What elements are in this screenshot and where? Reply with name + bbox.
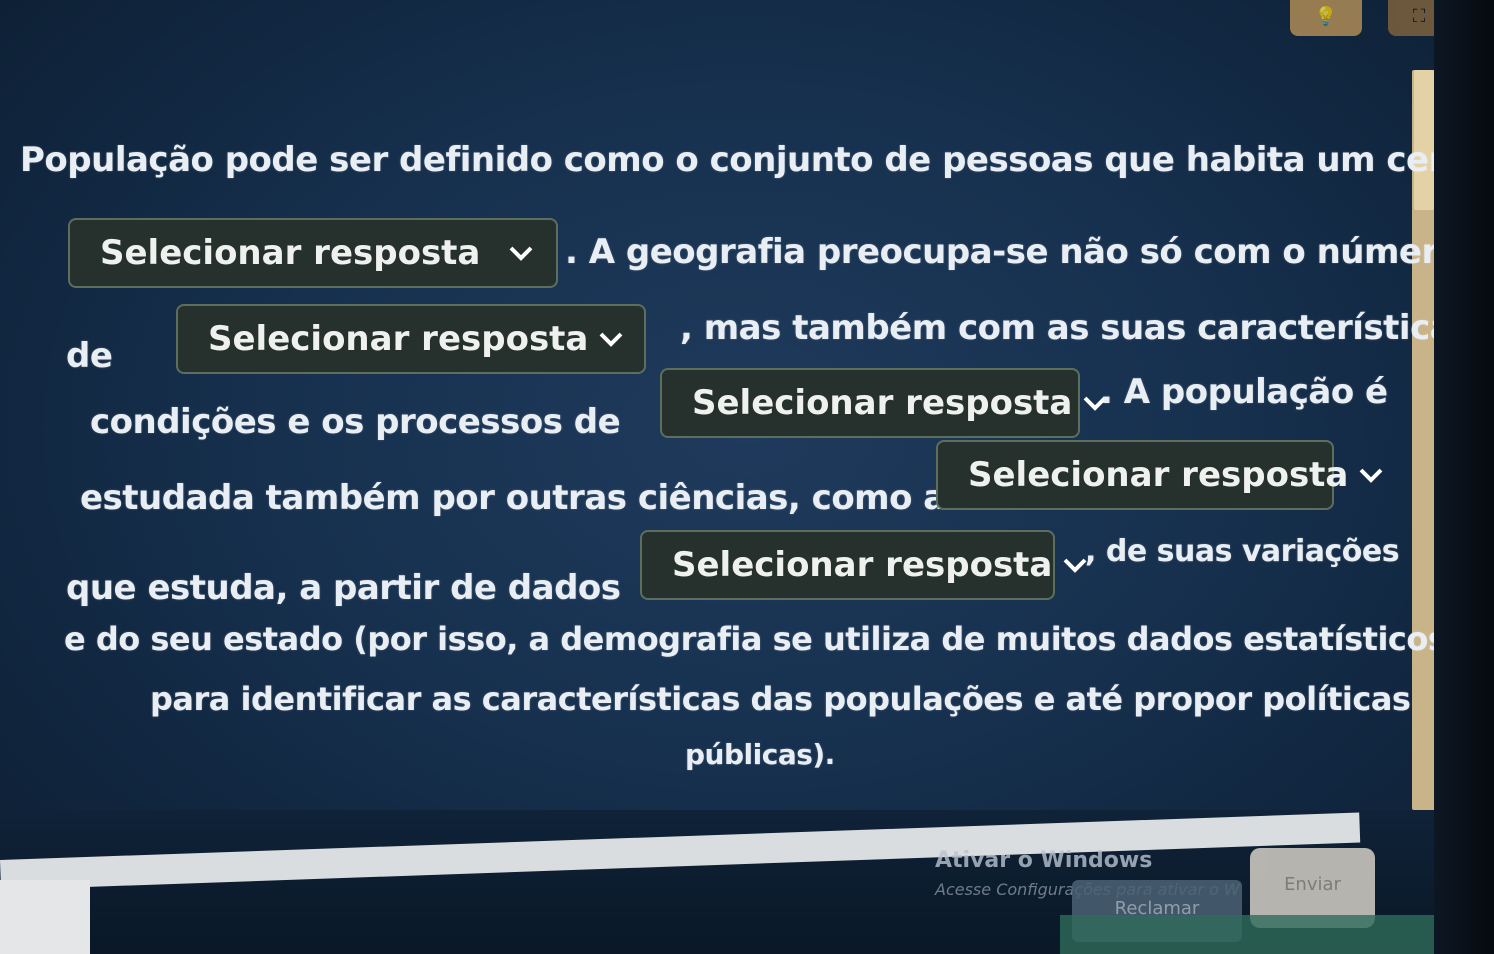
question-text-line-8: para identificar as características das … — [150, 680, 1411, 718]
dropdown-label: Selecionar resposta — [100, 233, 481, 273]
question-text-line-4b: . A população é — [1100, 372, 1388, 412]
scroll-left-button[interactable] — [0, 880, 90, 954]
question-text-line-5: estudada também por outras ciências, com… — [80, 478, 946, 518]
question-text-line-2: . A geografia preocupa-se não só com o n… — [565, 232, 1461, 272]
answer-dropdown-1[interactable]: Selecionar resposta — [68, 218, 558, 288]
chevron-down-icon — [599, 332, 623, 347]
chevron-down-icon — [509, 246, 533, 261]
answer-dropdown-2[interactable]: Selecionar resposta — [176, 304, 646, 374]
chevron-down-icon — [1359, 468, 1383, 483]
question-text-line-6: que estuda, a partir de dados — [66, 568, 621, 608]
question-text-line-9: públicas). — [685, 738, 835, 771]
send-button-label: Enviar — [1284, 874, 1341, 895]
windows-activation-title: Ativar o Windows — [935, 848, 1153, 873]
reclaim-button-label: Reclamar — [1114, 898, 1200, 919]
question-text-line-6b: , de suas variações — [1085, 534, 1400, 569]
question-text-line-7: e do seu estado (por isso, a demografia … — [64, 620, 1447, 658]
question-text-line-4: condições e os processos de — [90, 402, 621, 442]
dropdown-label: Selecionar resposta — [672, 545, 1053, 585]
dropdown-label: Selecionar resposta — [692, 383, 1073, 423]
taskbar — [1060, 915, 1440, 954]
dropdown-label: Selecionar resposta — [208, 319, 589, 359]
question-text-line-3: , mas também com as suas características… — [680, 308, 1485, 348]
answer-dropdown-5[interactable]: Selecionar resposta — [640, 530, 1087, 600]
question-text-de: de — [66, 336, 113, 376]
dropdown-label: Selecionar resposta — [968, 455, 1349, 495]
monitor-bezel — [1434, 0, 1494, 954]
answer-dropdown-4[interactable]: Selecionar resposta — [936, 440, 1383, 510]
question-text-line-1: População pode ser definido como o conju… — [20, 140, 1484, 180]
answer-dropdown-3[interactable]: Selecionar resposta — [660, 368, 1107, 438]
